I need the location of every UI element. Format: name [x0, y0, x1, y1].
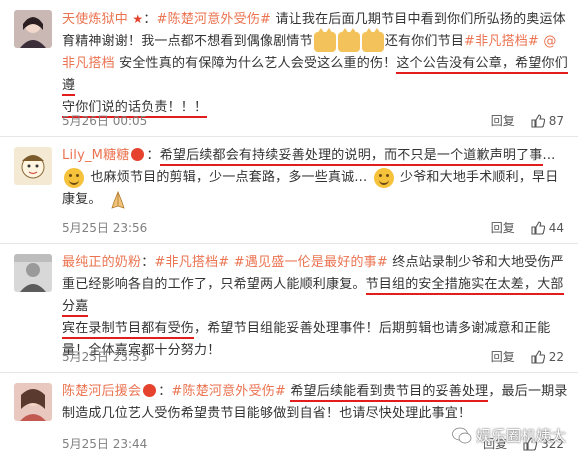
comment-body: ... [542, 148, 556, 163]
comment-text: 最纯正的奶粉：#非凡搭档# #遇见盛一伦是最好的事# 终点站录制少爷和大地受伤严… [62, 255, 564, 358]
comment-text: Lily_M糖糖 ：希望后续都会有持续妥善处理的说明，而不只是一个道歉声明了事..… [62, 145, 568, 211]
verified-star-icon: ★ [132, 12, 144, 26]
like-button[interactable]: 44 [531, 221, 564, 235]
watermark-text: 娱乐圈机姨太 [475, 427, 566, 445]
hashtag[interactable]: #陈楚河意外受伤# [157, 12, 272, 27]
smile-emoji-icon [64, 167, 84, 188]
timestamp: 5月25日 23:56 [62, 221, 148, 235]
username[interactable]: 陈楚河后援会 [62, 384, 141, 399]
comment-actions: 回复 22 [491, 348, 564, 365]
underlined-text: 希望后续都会有持续妥善处理的说明，而不只是一个道歉声明了事 [159, 148, 543, 166]
avatar[interactable] [14, 383, 52, 421]
thumbs-up-icon [531, 220, 545, 235]
like-count: 87 [548, 113, 564, 128]
username[interactable]: Lily_M糖糖 [62, 148, 129, 163]
avatar[interactable] [14, 254, 52, 292]
thumbs-up-icon [531, 349, 545, 364]
hashtag[interactable]: #非凡搭档# [154, 255, 229, 270]
like-button[interactable]: 22 [531, 350, 564, 364]
underlined-text: 希望后续能看到贵节目的妥善处理 [290, 384, 489, 402]
avatar[interactable] [14, 10, 52, 48]
timestamp: 5月25日 23:53 [62, 350, 148, 364]
avatar[interactable] [14, 147, 52, 185]
reply-button[interactable]: 回复 [491, 112, 515, 129]
comment-text: 陈楚河后援会 ：#陈楚河意外受伤# 希望后续能看到贵节目的妥善处理，最后一期录制造… [62, 384, 568, 421]
timestamp: 5月26日 00:05 [62, 114, 148, 128]
underlined-text: 宾在录制节目都有受伤 [62, 321, 195, 339]
wechat-icon [452, 427, 472, 443]
comment-body: 也麻烦节目的剪辑，少一点套路，多一些真诚... [90, 170, 368, 185]
like-button[interactable]: 87 [531, 114, 564, 128]
hashtag[interactable]: #遇见盛一伦是最好的事# [234, 255, 388, 270]
comment-actions: 回复 87 [491, 112, 564, 129]
comment-item: 最纯正的奶粉：#非凡搭档# #遇见盛一伦是最好的事# 终点站录制少爷和大地受伤严… [0, 244, 578, 373]
watermark: 娱乐圈机姨太 [452, 425, 566, 446]
cat-emoji-icon [337, 27, 360, 52]
like-count: 44 [548, 220, 564, 235]
cat-emoji-icon [313, 27, 336, 52]
smile-emoji-icon [373, 167, 394, 188]
hashtag[interactable]: #陈楚河意外受伤# [171, 384, 286, 399]
pray-emoji-icon [108, 190, 128, 210]
comment-body: 还有你们节目 [384, 34, 465, 49]
reply-button[interactable]: 回复 [491, 348, 515, 365]
username[interactable]: 最纯正的奶粉 [62, 255, 141, 270]
comment-body: 安全性真的有保障为什么艺人会受这么重的伤！ [119, 56, 397, 71]
thumbs-up-icon [531, 113, 545, 128]
comment-text: 天使炼狱中 ★：#陈楚河意外受伤# 请让我在后面几期节目中看到你们所弘扬的奥运体… [62, 8, 568, 119]
timestamp: 5月25日 23:44 [62, 437, 148, 451]
vip-badge-icon [131, 148, 145, 161]
reply-button[interactable]: 回复 [491, 219, 515, 236]
cat-emoji-icon [361, 27, 384, 52]
like-count: 22 [548, 349, 564, 364]
vip-badge-icon [143, 384, 157, 397]
comment-item: Lily_M糖糖 ：希望后续都会有持续妥善处理的说明，而不只是一个道歉声明了事..… [0, 137, 578, 244]
comment-item: 天使炼狱中 ★：#陈楚河意外受伤# 请让我在后面几期节目中看到你们所弘扬的奥运体… [0, 0, 578, 137]
comment-actions: 回复 44 [491, 219, 564, 236]
username[interactable]: 天使炼狱中 [62, 12, 128, 27]
hashtag[interactable]: #非凡搭档# [464, 34, 539, 49]
